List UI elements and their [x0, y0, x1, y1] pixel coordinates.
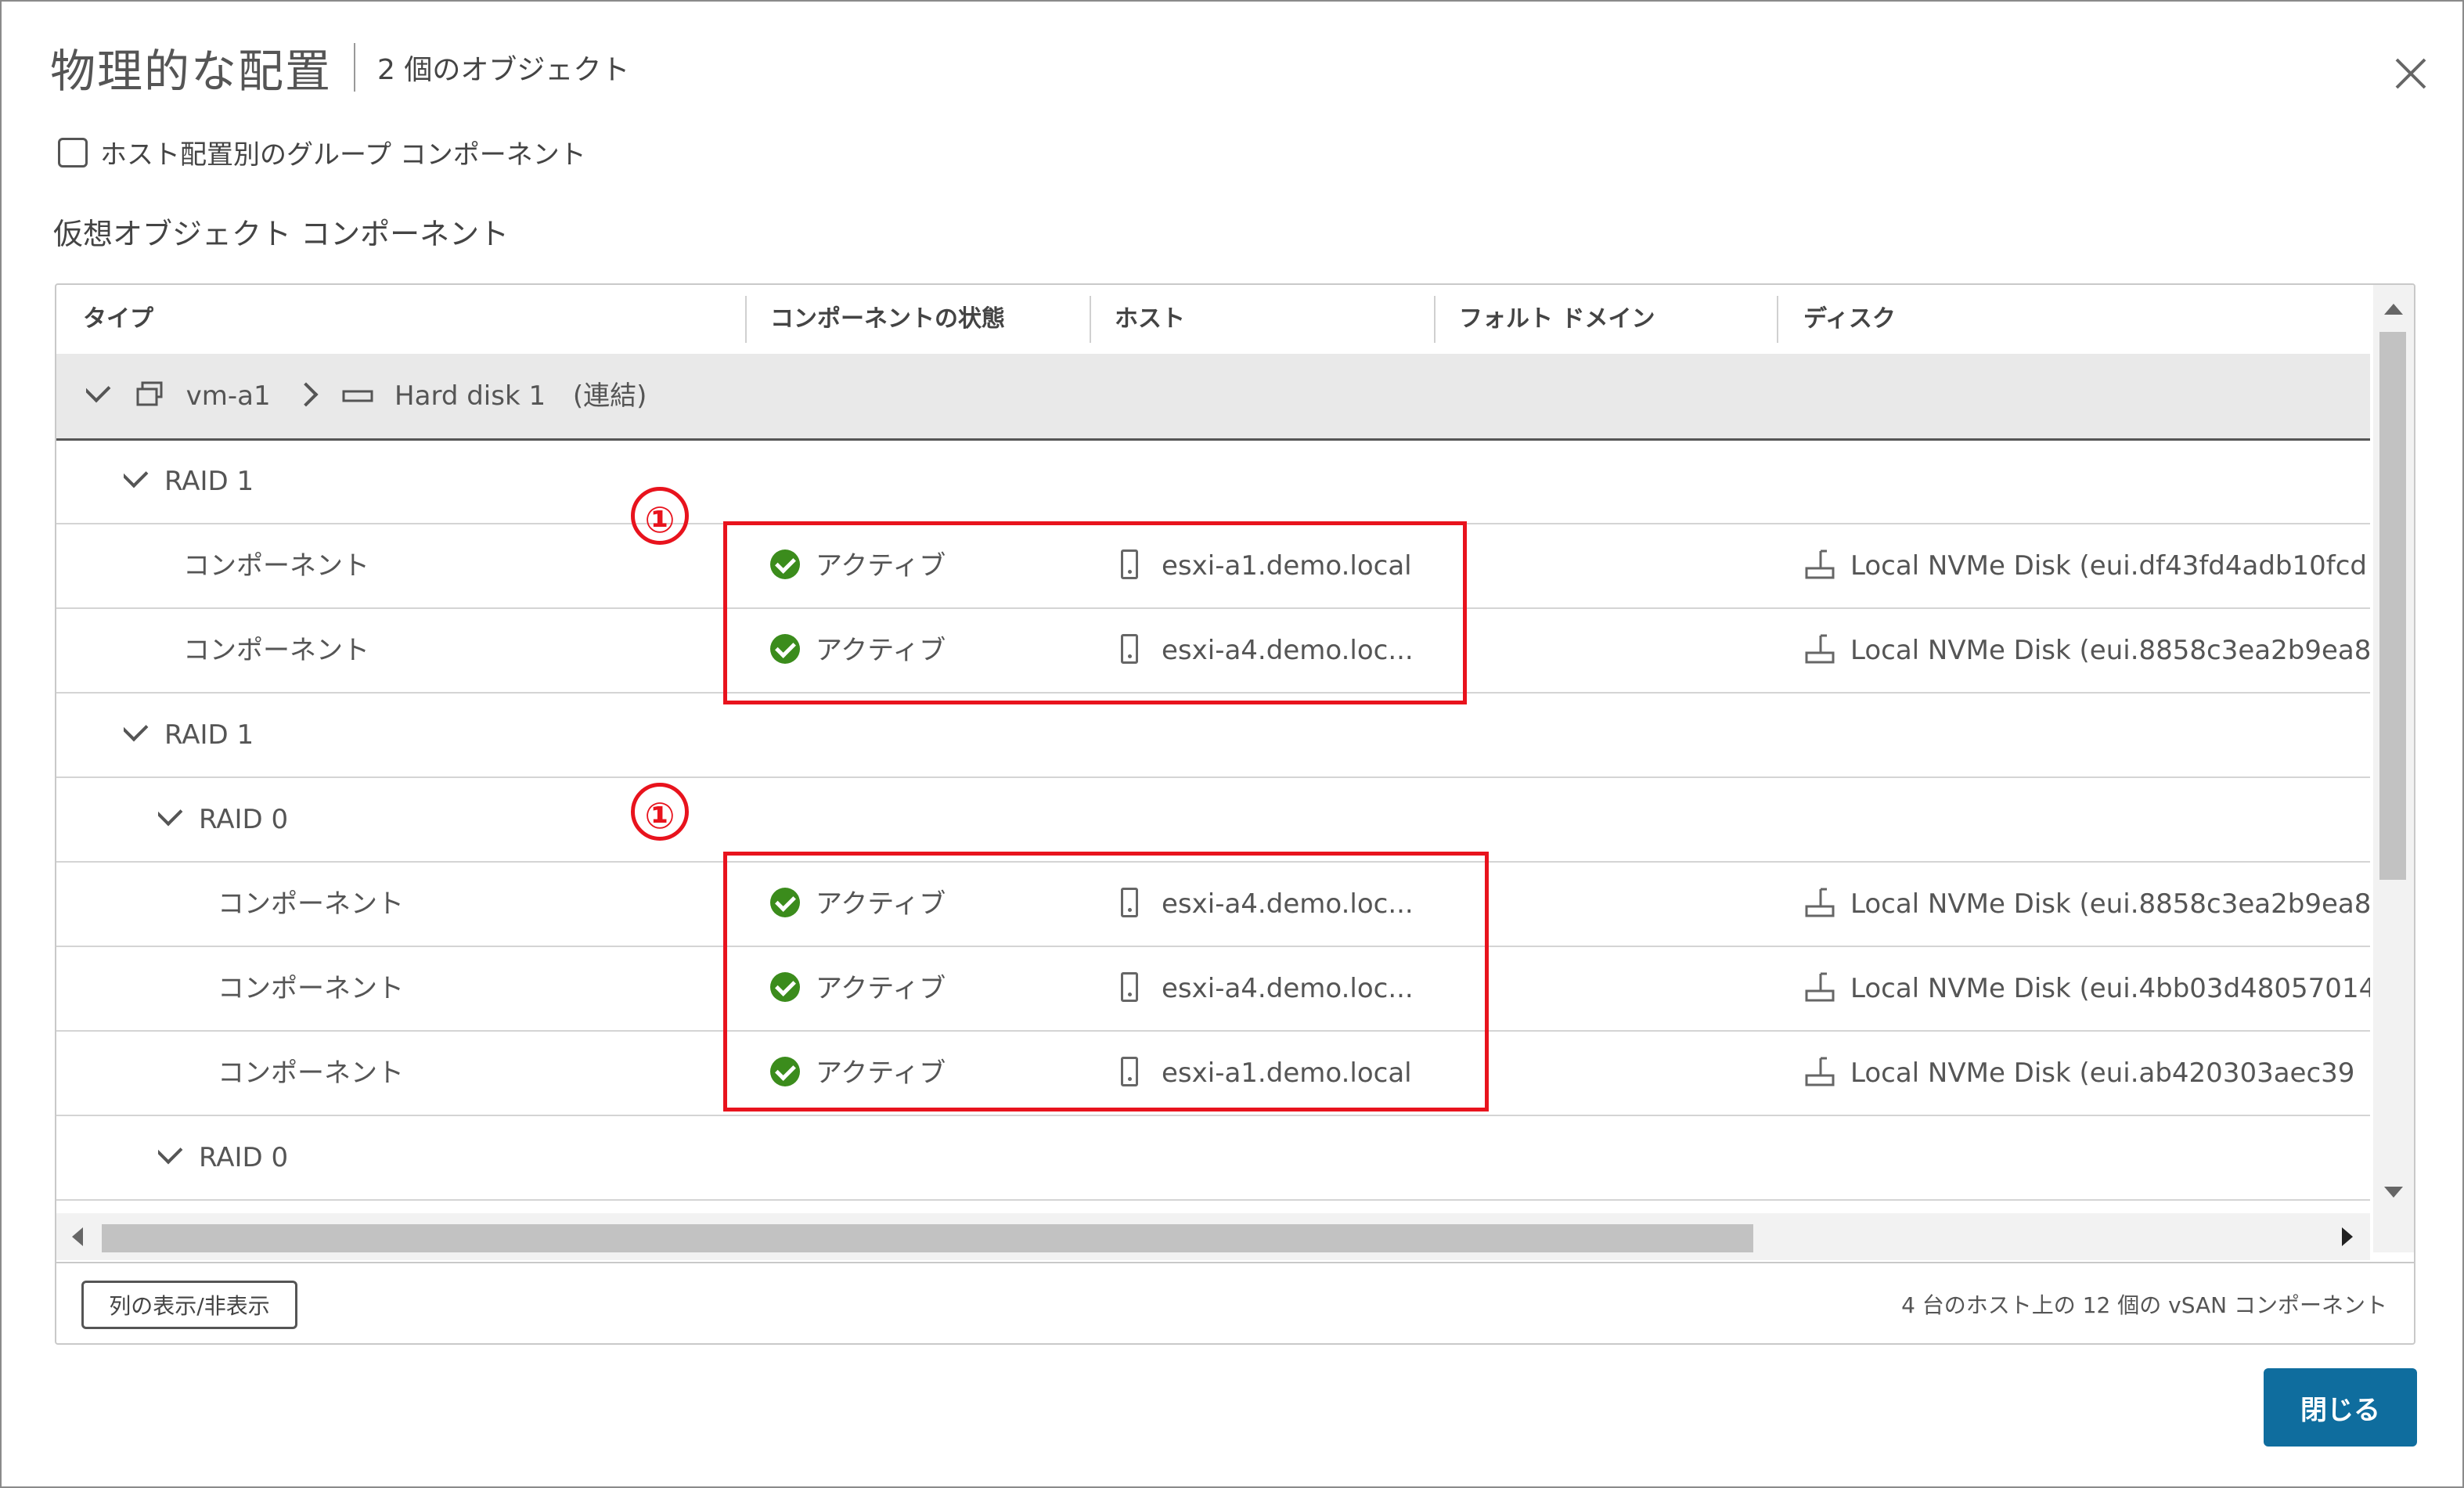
- group-by-host-label: ホスト配置別のグループ コンポーネント: [100, 139, 586, 171]
- group-by-host-checkbox[interactable]: [58, 137, 88, 168]
- disk-icon: [1805, 634, 1835, 663]
- column-resize-handle[interactable]: [745, 296, 747, 343]
- column-header-type[interactable]: タイプ: [83, 285, 153, 354]
- chevron-down-icon[interactable]: [124, 459, 149, 488]
- physical-placement-dialog: 物理的な配置 2 個のオブジェクト ホスト配置別のグループ コンポーネント 仮想…: [0, 0, 2464, 1488]
- column-header-host[interactable]: ホスト: [1115, 285, 1185, 354]
- chevron-down-icon[interactable]: [86, 373, 111, 403]
- component-type: コンポーネント: [183, 550, 369, 582]
- disk-icon: [1805, 972, 1835, 1001]
- dialog-title: 物理的な配置: [50, 45, 333, 98]
- disk-name: Local NVMe Disk (eui.df43fd4adb10fcd: [1850, 550, 2368, 582]
- column-resize-handle[interactable]: [1434, 296, 1436, 343]
- disk-name: Local NVMe Disk (eui.8858c3ea2b9ea8: [1850, 635, 2370, 666]
- table-row[interactable]: RAID 0: [56, 778, 2370, 863]
- vm-name: vm-a1: [186, 380, 271, 412]
- scroll-left-arrow[interactable]: [72, 1227, 83, 1246]
- hard-disk-name: Hard disk 1: [394, 380, 546, 412]
- section-label: 仮想オブジェクト コンポーネント: [53, 217, 510, 251]
- vertical-scrollbar[interactable]: [2373, 285, 2414, 1252]
- dialog-header: 物理的な配置 2 個のオブジェクト: [50, 34, 629, 100]
- chevron-down-icon[interactable]: [158, 1135, 183, 1165]
- table-row[interactable]: RAID 1: [56, 440, 2370, 524]
- close-icon[interactable]: [2387, 50, 2434, 97]
- scroll-up-arrow[interactable]: [2384, 304, 2403, 315]
- horizontal-scroll-thumb[interactable]: [102, 1224, 1753, 1252]
- group-by-host-option[interactable]: ホスト配置別のグループ コンポーネント: [58, 133, 586, 171]
- table-row[interactable]: RAID 0: [56, 1116, 2370, 1201]
- vertical-scroll-thumb[interactable]: [2379, 332, 2406, 880]
- components-grid: タイプ コンポーネントの状態 ホスト フォルト ドメイン ディスク vm-a1: [55, 283, 2415, 1345]
- column-header-fault-domain[interactable]: フォルト ドメイン: [1459, 285, 1655, 354]
- object-count: 2 個のオブジェクト: [377, 54, 630, 86]
- vm-icon: [136, 381, 163, 405]
- vm-object-row[interactable]: vm-a1 Hard disk 1 (連結): [56, 354, 2370, 441]
- component-type: コンポーネント: [183, 635, 369, 666]
- scroll-down-arrow[interactable]: [2384, 1187, 2403, 1198]
- disk-name: Local NVMe Disk (eui.8858c3ea2b9ea8: [1850, 888, 2370, 920]
- grid-header: タイプ コンポーネントの状態 ホスト フォルト ドメイン ディスク: [56, 285, 2370, 355]
- table-row[interactable]: RAID 1: [56, 694, 2370, 778]
- close-button[interactable]: 閉じる: [2264, 1368, 2417, 1447]
- chevron-right-icon: [294, 382, 319, 407]
- component-summary: 4 台のホスト上の 12 個の vSAN コンポーネント: [1901, 1292, 2387, 1318]
- component-type: コンポーネント: [218, 1057, 404, 1089]
- grid-footer: 列の表示/非表示 4 台のホスト上の 12 個の vSAN コンポーネント: [56, 1262, 2414, 1343]
- annotation-marker: ①: [631, 783, 689, 841]
- column-header-disk[interactable]: ディスク: [1803, 285, 1896, 354]
- show-hide-columns-button[interactable]: 列の表示/非表示: [81, 1281, 297, 1329]
- component-type: コンポーネント: [218, 888, 404, 920]
- hard-disk-icon: [342, 390, 373, 402]
- column-resize-handle[interactable]: [1090, 296, 1091, 343]
- disk-icon: [1805, 1057, 1835, 1086]
- column-header-state[interactable]: コンポーネントの状態: [770, 285, 1005, 354]
- disk-name: Local NVMe Disk (eui.4bb03d48057014: [1850, 973, 2370, 1004]
- annotation-marker: ①: [631, 487, 689, 545]
- horizontal-scrollbar[interactable]: [56, 1213, 2370, 1260]
- scroll-right-arrow[interactable]: [2342, 1227, 2353, 1246]
- raid-label: RAID 1: [164, 719, 254, 751]
- disk-icon: [1805, 888, 1835, 917]
- annotation-highlight-box: [723, 521, 1467, 704]
- component-type: コンポーネント: [218, 973, 404, 1004]
- concat-label: (連結): [572, 380, 647, 412]
- title-divider: [354, 43, 356, 92]
- chevron-down-icon[interactable]: [158, 797, 183, 827]
- column-resize-handle[interactable]: [1777, 296, 1778, 343]
- annotation-highlight-box: [723, 852, 1489, 1111]
- chevron-down-icon[interactable]: [124, 712, 149, 742]
- raid-label: RAID 0: [199, 1142, 289, 1173]
- raid-label: RAID 1: [164, 466, 254, 497]
- disk-icon: [1805, 549, 1835, 578]
- disk-name: Local NVMe Disk (eui.ab420303aec39: [1850, 1057, 2355, 1089]
- raid-label: RAID 0: [199, 804, 289, 835]
